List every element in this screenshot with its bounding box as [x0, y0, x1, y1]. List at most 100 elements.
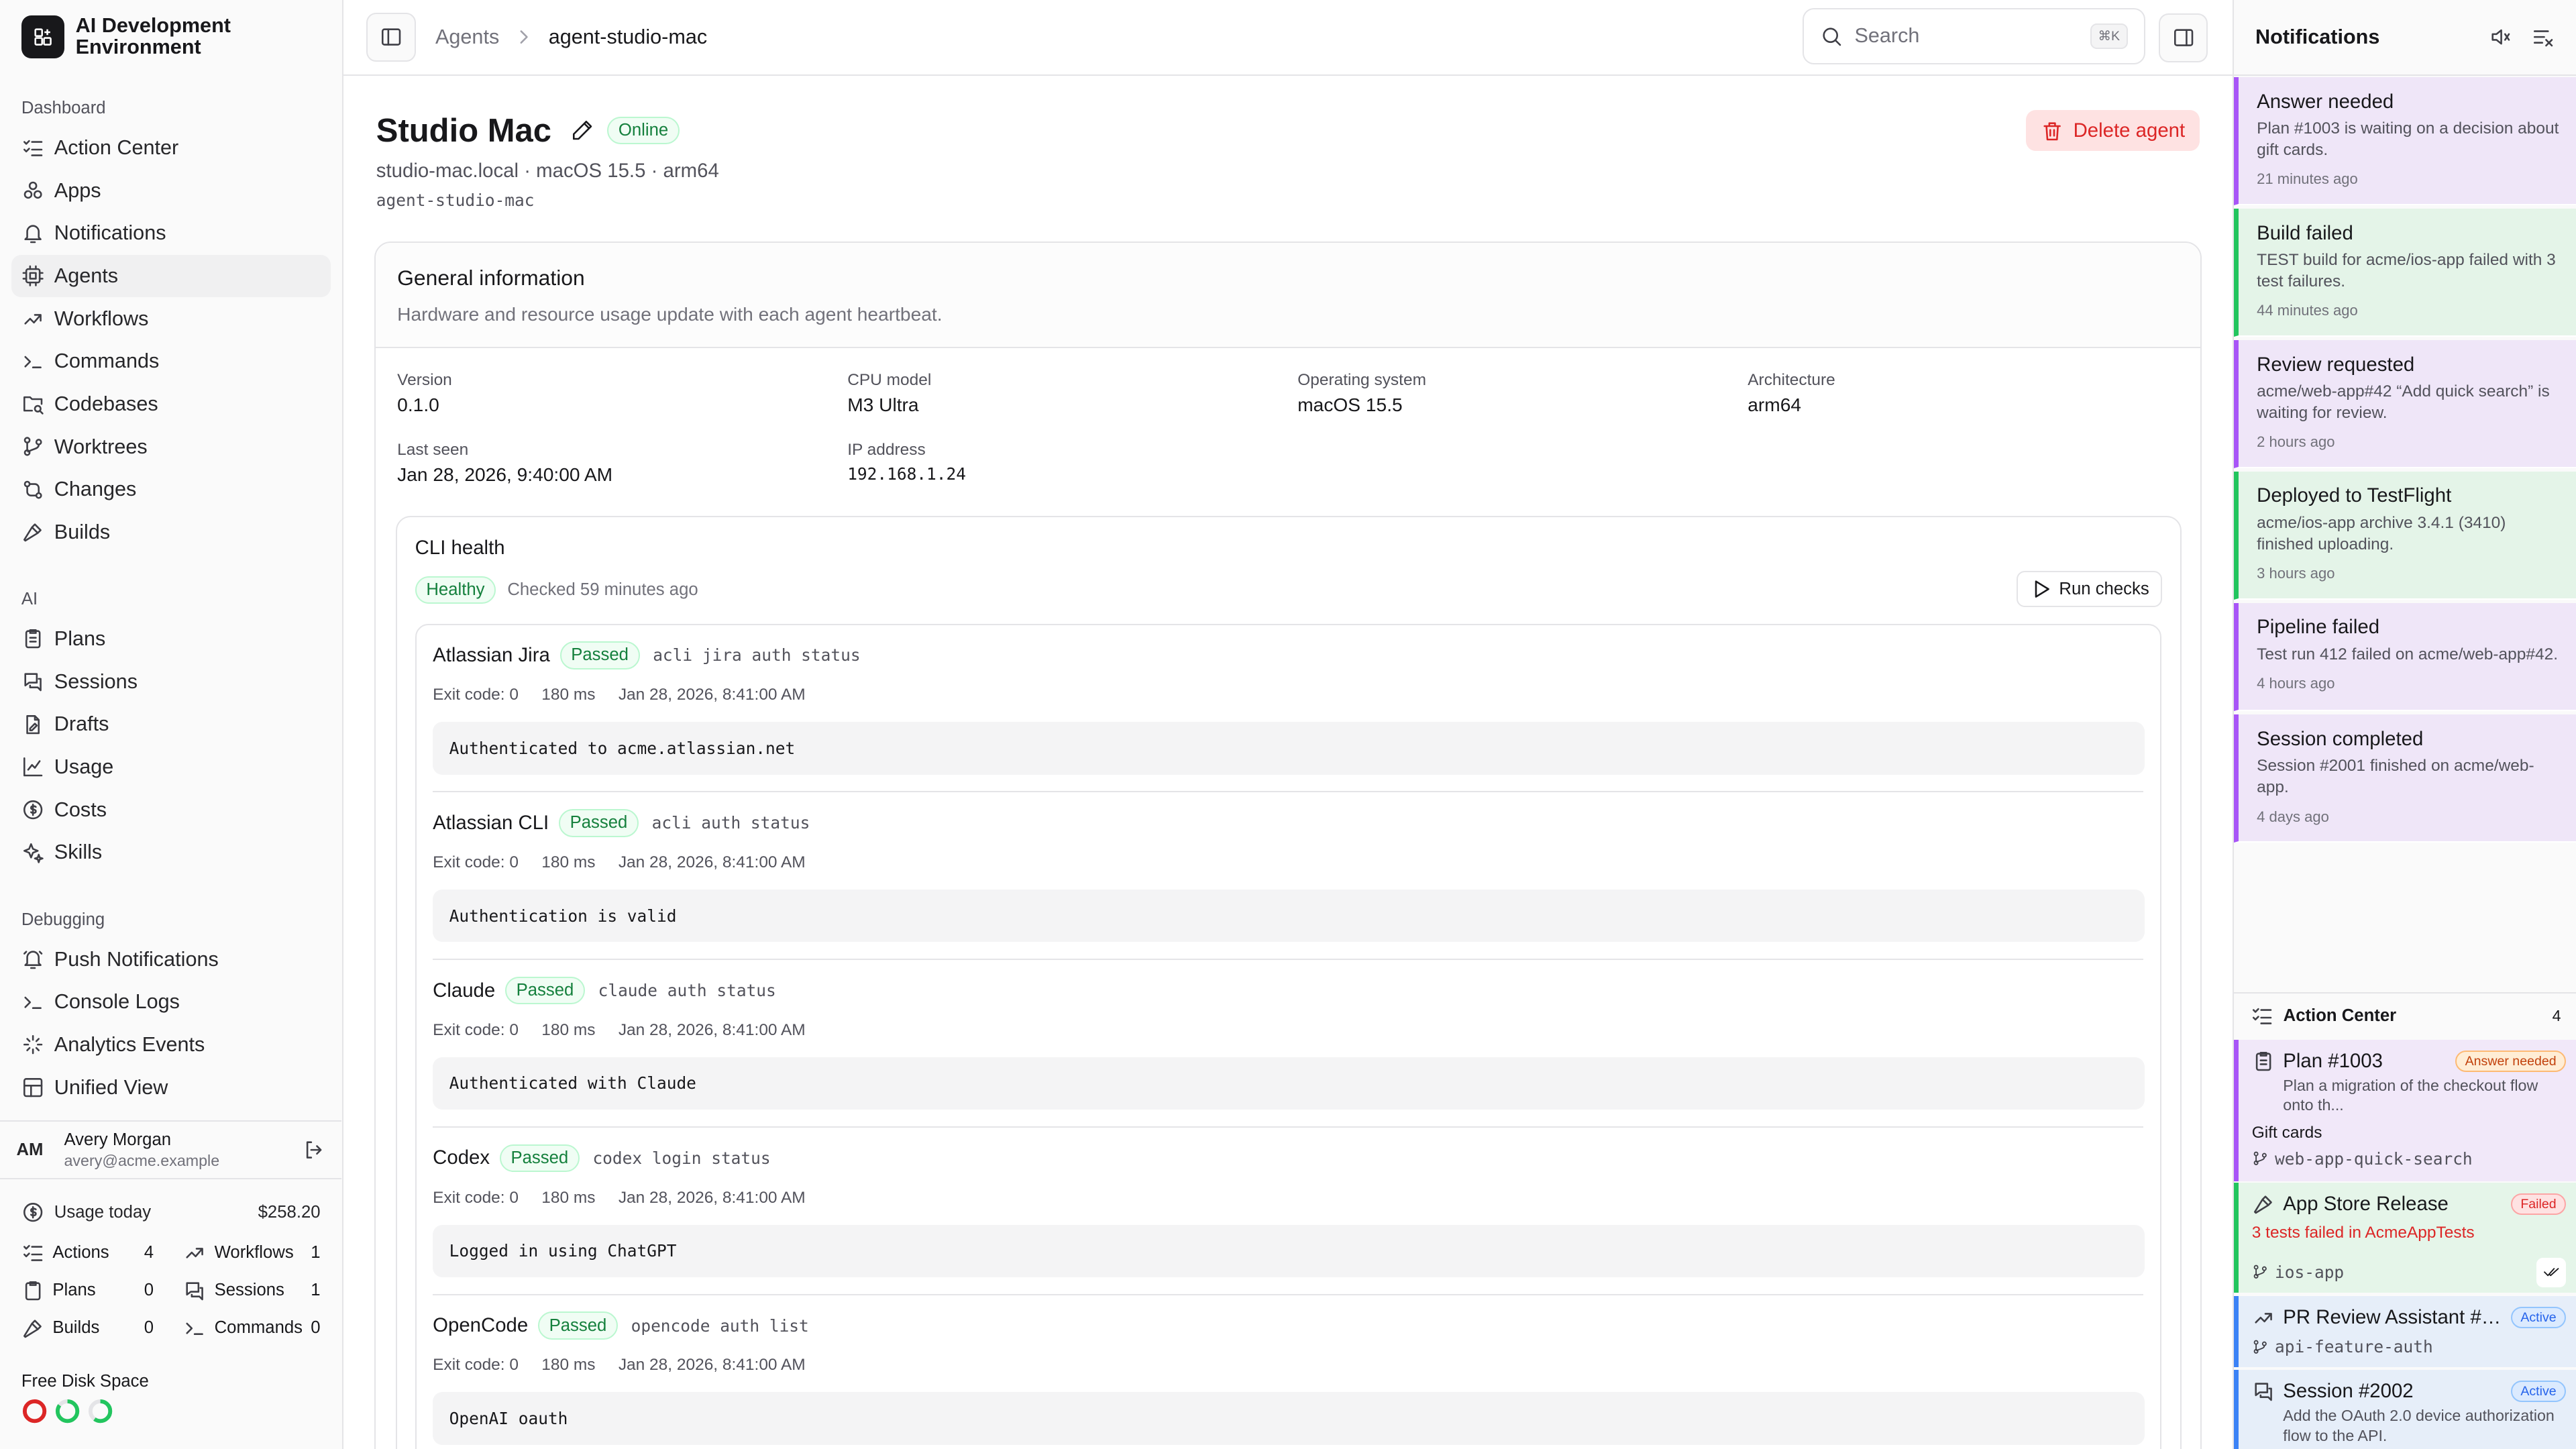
sidebar-item-push-notifications[interactable]: Push Notifications	[11, 938, 331, 981]
usage-stat-label: Commands	[214, 1318, 303, 1338]
usage-stat-plans[interactable]: Plans 0	[21, 1271, 154, 1309]
cpu-icon	[21, 264, 44, 287]
sidebar-item-plans[interactable]: Plans	[11, 618, 331, 661]
sidebar-item-builds[interactable]: Builds	[11, 511, 331, 554]
run-checks-button[interactable]: Run checks	[2017, 571, 2162, 608]
usage-stat-workflows[interactable]: Workflows 1	[183, 1234, 321, 1271]
user-card[interactable]: AM Avery Morgan avery@acme.example	[0, 1120, 342, 1180]
clear-all-icon[interactable]	[2532, 25, 2555, 48]
clipboard-icon	[2252, 1050, 2275, 1073]
sidebar-item-apps[interactable]: Apps	[11, 169, 331, 212]
notification-time: 4 hours ago	[2257, 675, 2335, 692]
folder-search-icon	[21, 392, 44, 415]
info-field: Architecture arm64	[1748, 371, 2198, 416]
usage-stat-commands[interactable]: Commands 0	[183, 1309, 321, 1347]
mute-icon[interactable]	[2489, 25, 2512, 48]
sidebar-item-sessions[interactable]: Sessions	[11, 660, 331, 703]
action-item-pr-review[interactable]: PR Review Assistant #4... Active api-fea…	[2234, 1296, 2576, 1367]
action-item-name: Plan #1003	[2283, 1050, 2383, 1073]
sidebar-item-worktrees[interactable]: Worktrees	[11, 425, 331, 468]
notification-title: Answer needed	[2257, 90, 2394, 113]
list-checks-icon	[2251, 1004, 2273, 1027]
sidebar-item-notifications[interactable]: Notifications	[11, 212, 331, 255]
check-name: Atlassian CLI	[433, 811, 549, 834]
edit-pencil-icon[interactable]	[571, 119, 594, 142]
messages-icon	[183, 1279, 206, 1302]
action-item-plan[interactable]: Plan #1003 Answer needed Plan a migratio…	[2234, 1040, 2576, 1181]
sidebar-item-changes[interactable]: Changes	[11, 468, 331, 511]
notification-item[interactable]: Review requested acme/web-app#42 “Add qui…	[2234, 339, 2576, 468]
sidebar-item-drafts[interactable]: Drafts	[11, 703, 331, 746]
usage-today-row[interactable]: Usage today $258.20	[21, 1196, 321, 1229]
usage-stat-actions[interactable]: Actions 4	[21, 1234, 154, 1271]
logout-icon[interactable]	[303, 1138, 325, 1161]
usage-stat-builds[interactable]: Builds 0	[21, 1309, 154, 1347]
action-center-title: Action Center	[2283, 1006, 2397, 1025]
cli-check-row: Atlassian Jira Passed acli jira auth statu…	[433, 625, 2145, 793]
sidebar-item-agents[interactable]: Agents	[11, 254, 331, 298]
notification-body: acme/ios-app archive 3.4.1 (3410) finish…	[2257, 513, 2506, 553]
activity-icon	[21, 1033, 44, 1056]
free-disk-space[interactable]: Free Disk Space	[21, 1372, 149, 1424]
action-item-session[interactable]: Session #2002 Active Add the OAuth 2.0 d…	[2234, 1370, 2576, 1449]
sidebar-item-action-center[interactable]: Action Center	[11, 127, 331, 170]
sidebar-item-workflows[interactable]: Workflows	[11, 297, 331, 340]
notification-item[interactable]: Deployed to TestFlight acme/ios-app archi…	[2234, 471, 2576, 600]
delete-agent-button[interactable]: Delete agent	[2025, 110, 2200, 152]
toggle-notifications-panel-button[interactable]	[2158, 13, 2208, 63]
notification-time: 3 hours ago	[2257, 565, 2335, 582]
sidebar-item-costs[interactable]: Costs	[11, 788, 331, 831]
sidebar-item-unified-view[interactable]: Unified View	[11, 1066, 331, 1109]
usage-today-label: Usage today	[54, 1202, 152, 1222]
user-email: avery@acme.example	[64, 1151, 220, 1169]
action-item-desc: Add the OAuth 2.0 device authorization f…	[2283, 1407, 2555, 1444]
info-field: IP address 192.168.1.24	[847, 441, 1297, 486]
sidebar-item-skills[interactable]: Skills	[11, 831, 331, 874]
notification-item[interactable]: Pipeline failed Test run 412 failed on ac…	[2234, 602, 2576, 712]
action-item-app-store-release[interactable]: App Store Release Failed 3 tests failed …	[2234, 1183, 2576, 1293]
search-input[interactable]: Search ⌘K	[1802, 8, 2146, 64]
notification-body: Session #2001 finished on acme/web-app.	[2257, 757, 2534, 797]
agent-title-row: Studio Mac Online	[376, 112, 680, 150]
sidebar-item-usage[interactable]: Usage	[11, 746, 331, 789]
action-center-count: 4	[2552, 1006, 2561, 1024]
sidebar-item-label: Workflows	[54, 307, 149, 330]
action-item-name: PR Review Assistant #4...	[2283, 1306, 2503, 1329]
action-item-badge: Answer needed	[2455, 1051, 2566, 1072]
check-time: Jan 28, 2026, 8:41:00 AM	[618, 1188, 806, 1207]
usage-stat-value: 0	[311, 1318, 321, 1338]
layout-icon	[21, 1076, 44, 1099]
check-duration: 180 ms	[541, 686, 596, 704]
check-exit-code: Exit code: 0	[433, 1020, 519, 1039]
notification-item[interactable]: Session completed Session #2001 finished …	[2234, 714, 2576, 843]
panel-left-icon	[380, 25, 402, 48]
sidebar-item-label: Worktrees	[54, 435, 148, 458]
panel-right-icon	[2172, 26, 2195, 49]
hammer-icon	[2252, 1193, 2275, 1216]
action-center-header[interactable]: Action Center 4	[2234, 992, 2576, 1038]
breadcrumb-parent[interactable]: Agents	[435, 25, 499, 49]
check-duration: 180 ms	[541, 853, 596, 872]
cli-health-panel: CLI health Healthy Checked 59 minutes ag…	[395, 515, 2182, 1449]
workflow-icon	[2252, 1306, 2275, 1329]
toggle-sidebar-button[interactable]	[366, 12, 416, 62]
nav-label: Dashboard	[21, 99, 106, 118]
notification-item[interactable]: Answer needed Plan #1003 is waiting on a …	[2234, 77, 2576, 206]
file-edit-icon	[21, 713, 44, 736]
notification-item[interactable]: Build failed TEST build for acme/ios-app …	[2234, 209, 2576, 337]
sidebar: AI Development Environment Dashboard Act…	[0, 0, 343, 1449]
check-output: OpenAI oauth	[433, 1392, 2145, 1445]
sidebar-item-label: Costs	[54, 798, 107, 821]
brand[interactable]: AI Development Environment	[0, 0, 342, 74]
approve-button[interactable]	[2536, 1257, 2566, 1287]
usage-stat-sessions[interactable]: Sessions 1	[183, 1271, 321, 1309]
info-field-label: Architecture	[1748, 371, 1835, 389]
sidebar-item-analytics-events[interactable]: Analytics Events	[11, 1024, 331, 1067]
notification-title: Build failed	[2257, 221, 2353, 244]
usage-today-amount: $258.20	[258, 1202, 321, 1222]
sidebar-item-codebases[interactable]: Codebases	[11, 383, 331, 426]
notification-time: 2 hours ago	[2257, 433, 2335, 451]
sidebar-item-label: Console Logs	[54, 990, 180, 1014]
sidebar-item-commands[interactable]: Commands	[11, 340, 331, 383]
sidebar-item-console-logs[interactable]: Console Logs	[11, 981, 331, 1024]
